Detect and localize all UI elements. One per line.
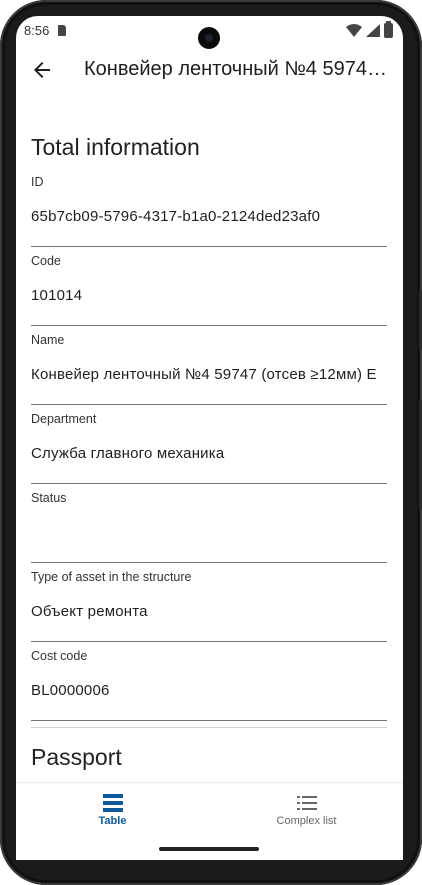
field-name[interactable]: Name Конвейер ленточный №4 59747 (отсев … xyxy=(31,326,387,405)
section-divider xyxy=(31,727,387,728)
back-arrow-icon[interactable] xyxy=(30,58,54,82)
table-icon xyxy=(102,794,123,812)
field-label: Code xyxy=(31,254,61,268)
sim-card-icon xyxy=(58,25,66,36)
field-status[interactable]: Status xyxy=(31,484,387,563)
field-value: 65b7cb09-5796-4317-b1a0-2124ded23af0 xyxy=(31,208,321,225)
detail-content[interactable]: Total information ID 65b7cb09-5796-4317-… xyxy=(16,96,403,782)
screen: 8:56 Конвейер ленточный №4 59747 (отсев … xyxy=(16,16,403,860)
field-cost-code[interactable]: Cost code BL0000006 xyxy=(31,642,387,721)
nav-label: Table xyxy=(98,815,127,827)
gesture-bar xyxy=(16,838,403,860)
nav-label: Complex list xyxy=(276,815,337,827)
section-title-passport: Passport xyxy=(31,744,122,770)
field-id[interactable]: ID 65b7cb09-5796-4317-b1a0-2124ded23af0 xyxy=(31,168,387,247)
field-label: Status xyxy=(31,491,67,505)
field-label: Name xyxy=(31,333,65,347)
field-label: Cost code xyxy=(31,649,88,663)
home-indicator[interactable] xyxy=(159,847,259,851)
field-value: Служба главного механика xyxy=(31,445,225,462)
bottom-navigation: Table Complex list xyxy=(16,782,403,838)
field-label: ID xyxy=(31,175,44,189)
status-icons xyxy=(346,21,393,38)
field-label: Department xyxy=(31,412,97,426)
cell-signal-icon xyxy=(366,24,380,37)
status-bar: 8:56 xyxy=(16,16,403,49)
nav-tab-complex-list[interactable]: Complex list xyxy=(210,783,403,839)
phone-frame: 8:56 Конвейер ленточный №4 59747 (отсев … xyxy=(0,0,422,885)
field-value: Конвейер ленточный №4 59747 (отсев ≥12мм… xyxy=(31,366,377,383)
wifi-icon xyxy=(346,24,362,37)
field-department[interactable]: Department Служба главного механика xyxy=(31,405,387,484)
field-value: 101014 xyxy=(31,287,83,304)
field-value: Объект ремонта xyxy=(31,603,148,620)
app-bar: Конвейер ленточный №4 59747 (отсев ≥12мм… xyxy=(16,46,403,96)
field-value: BL0000006 xyxy=(31,682,110,699)
list-icon xyxy=(296,796,317,810)
section-title-total-information: Total information xyxy=(31,134,200,160)
battery-icon xyxy=(384,21,393,38)
status-time: 8:56 xyxy=(24,23,50,38)
nav-tab-table[interactable]: Table xyxy=(16,783,209,839)
page-title: Конвейер ленточный №4 59747 (отсев ≥12мм… xyxy=(84,58,394,80)
field-code[interactable]: Code 101014 xyxy=(31,247,387,326)
field-label: Type of asset in the structure xyxy=(31,570,192,584)
field-asset-type[interactable]: Type of asset in the structure Объект ре… xyxy=(31,563,387,642)
